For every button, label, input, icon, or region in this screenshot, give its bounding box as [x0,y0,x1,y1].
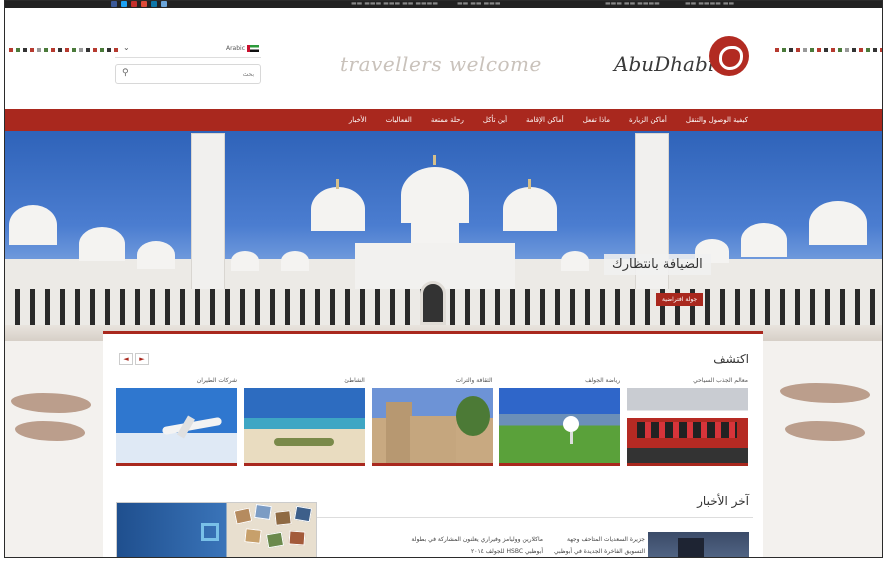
news-item-1[interactable]: جزيرة السعديات المتاحف وجهة التسويق الفا… [549,534,645,557]
card-caption: شركات الطيران [196,377,237,384]
hero-cta-button[interactable]: جولة افتراضية [656,293,704,306]
search-icon[interactable]: ⚲ [122,68,129,78]
tagline: travellers welcome [340,52,542,76]
brush-decoration [15,421,85,441]
beach-image[interactable] [243,388,365,466]
card-caption: معالم الجذب السياحي [693,377,748,384]
search-input[interactable] [136,68,254,81]
nav-item-2[interactable]: أماكن الزيارة [629,109,667,131]
browser-frame: ▬▬ ▬▬▬ ▬▬▬ ▬▬ ▬▬▬▬ ▬▬ ▬▬ ▬▬▬ ▬▬▬ ▬▬ ▬▬▬▬… [4,0,883,558]
discover-card-airlines[interactable]: شركات الطيران [116,374,237,466]
nav-item-5[interactable]: أين تأكل [483,109,507,131]
nav-item-8[interactable]: الأخبار [349,109,367,131]
top-bar: ▬▬ ▬▬▬ ▬▬▬ ▬▬ ▬▬▬▬ ▬▬ ▬▬ ▬▬▬ ▬▬▬ ▬▬ ▬▬▬▬… [5,1,882,8]
hero-banner [5,131,882,341]
discover-heading: اكتشف [713,352,749,366]
language-label: Arabic [225,45,245,52]
nav-item-7[interactable]: الفعاليات [386,109,412,131]
twitter-icon[interactable] [121,1,127,7]
decorative-pattern-left [9,48,118,52]
discover-card-golf[interactable]: رياضة الجولف [499,374,621,466]
carousel-prev-button[interactable]: ◄ [119,353,133,365]
nav-item-1[interactable]: كيفية الوصول والتنقل [686,109,748,131]
nav-item-4[interactable]: أماكن الإقامة [526,109,564,131]
news-divider [317,517,753,518]
discover-card-beach[interactable]: الشاطئ [243,374,365,466]
carousel-pager: ◄ ► [119,353,149,365]
google-plus-icon[interactable] [141,1,147,7]
brush-decoration [11,393,91,413]
news-thumbnail-image[interactable] [648,532,749,557]
card-caption: الشاطئ [344,377,365,384]
youtube-icon[interactable] [131,1,137,7]
flickr-icon[interactable] [161,1,167,7]
discover-card-heritage[interactable]: الثقافة والتراث [371,374,493,466]
main-navigation: كيفية الوصول والتنقل أماكن الزيارة ماذا تف… [5,109,882,131]
nav-item-3[interactable]: ماذا تفعل [583,109,610,131]
uae-flag-icon [247,45,259,52]
logo-text[interactable]: AbuDhabi [614,52,714,76]
heritage-fort-image[interactable] [371,388,493,466]
decorative-pattern-right [775,48,882,52]
chevron-down-icon: ⌄ [123,43,130,52]
hero-caption: الضيافة بانتظارك [604,254,711,275]
brush-decoration [780,383,870,403]
formula-one-building-image[interactable] [627,388,748,466]
carousel-next-button[interactable]: ► [135,353,149,365]
nav-item-6[interactable]: رحلة ممتعة [431,109,464,131]
abu-dhabi-logo-icon[interactable] [709,36,749,76]
advert-banner[interactable] [116,502,317,557]
discover-card-attractions[interactable]: معالم الجذب السياحي [627,374,748,466]
airplane-image[interactable] [116,388,237,466]
golf-course-image[interactable] [499,388,621,466]
search-box[interactable]: ⚲ [115,64,261,84]
news-heading: آخر الأخبار [697,494,749,508]
card-caption: رياضة الجولف [585,377,621,384]
brush-decoration [785,421,865,441]
language-select[interactable]: ⌄ Arabic [115,42,261,58]
discover-carousel: معالم الجذب السياحي رياضة الجولف الثقافة… [116,374,748,466]
news-item-2[interactable]: ماكلارين ووليامز وفيراري يعلنون المشاركة… [407,534,543,557]
linkedin-icon[interactable] [151,1,157,7]
content-panel: اكتشف ◄ ► معالم الجذب السياحي رياضة الجو… [103,331,763,557]
site-header: ⌄ Arabic ⚲ travellers welcome AbuDhabi [5,8,882,109]
facebook-icon[interactable] [111,1,117,7]
card-caption: الثقافة والتراث [455,377,493,384]
